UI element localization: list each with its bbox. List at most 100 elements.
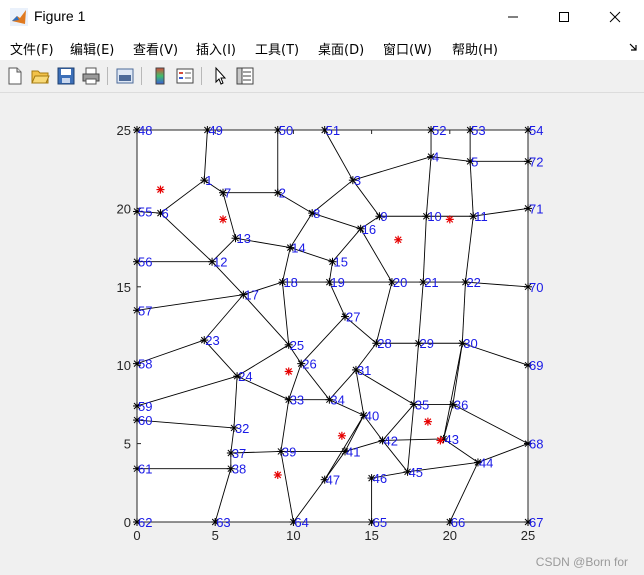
node-label: 8 [313,206,320,221]
node-label: 52 [432,123,446,138]
node-label: 69 [529,358,543,373]
toolbar-separator [141,67,142,85]
minimize-icon [508,16,518,18]
print-icon[interactable] [81,66,101,86]
maximize-button[interactable] [541,0,587,34]
pointer-icon[interactable] [210,66,230,86]
y-tick-label: 20 [117,201,131,216]
node-label: 21 [424,275,438,290]
node-label: 23 [205,333,219,348]
node-label: 29 [420,336,434,351]
toolbar-separator [107,67,108,85]
node-label: 17 [244,288,258,303]
menu-insert[interactable]: 插入(I) [196,39,236,58]
figure-window: Figure 1 文件(F) 编辑(E) 查看(V) 插入(I) 工具(T) 桌… [0,0,644,575]
node-label: 10 [427,209,441,224]
red-marker [284,367,293,376]
node-label: 14 [291,241,305,256]
minimize-button[interactable] [490,0,536,34]
node-label: 30 [463,336,477,351]
node-label: 28 [377,336,391,351]
node-label: 46 [373,471,387,486]
menu-view[interactable]: 查看(V) [133,39,178,58]
red-marker [394,235,403,244]
menu-tools[interactable]: 工具(T) [255,39,299,58]
node-label: 53 [471,123,485,138]
y-tick-label: 15 [117,280,131,295]
node-label: 31 [357,363,371,378]
node-label: 39 [282,444,296,459]
node-label: 59 [138,399,152,414]
colorbar-icon[interactable] [150,66,170,86]
node-label: 2 [279,186,286,201]
node-label: 57 [138,303,152,318]
save-icon[interactable] [56,66,76,86]
node-label: 12 [213,255,227,270]
node-label: 37 [232,446,246,461]
red-marker [423,417,432,426]
node-label: 63 [216,515,230,530]
legend-icon[interactable] [175,66,195,86]
menu-desktop[interactable]: 桌面(D) [318,39,364,58]
menu-edit[interactable]: 编辑(E) [70,39,114,58]
toolbar-separator [201,67,202,85]
red-marker [445,215,454,224]
node-label: 47 [326,473,340,488]
node-label: 34 [330,393,344,408]
node-label: 19 [330,275,344,290]
node-label: 62 [138,515,152,530]
node-label: 70 [529,280,543,295]
node-label: 67 [529,515,543,530]
close-button[interactable] [592,0,638,34]
node-label: 11 [474,209,488,224]
figure-canvas[interactable]: 0 5 10 15 20 25 0 5 10 15 20 25 1 2 3 4 5 6 7 8 9 10 11 12 13 14 1… [0,93,644,575]
y-tick-label: 5 [124,437,131,452]
node-label: 1 [205,173,212,188]
title-bar: Figure 1 [0,0,644,34]
close-icon [609,11,621,23]
node-label: 35 [415,397,429,412]
node-label: 50 [279,123,293,138]
node-label: 60 [138,413,152,428]
x-tick-label: 0 [133,528,140,543]
red-marker [273,470,282,479]
open-icon[interactable] [30,66,50,86]
node-label: 55 [138,205,152,220]
y-tick-label: 10 [117,358,131,373]
x-tick-label: 15 [364,528,378,543]
red-marker [436,436,445,445]
node-label: 26 [302,357,316,372]
x-tick-label: 5 [212,528,219,543]
property-editor-icon[interactable] [235,66,255,86]
node-label: 54 [529,123,543,138]
red-marker [337,431,346,440]
menu-file[interactable]: 文件(F) [10,39,54,58]
node-label: 72 [529,154,543,169]
node-label: 66 [451,515,465,530]
new-figure-icon[interactable] [5,66,25,86]
x-tick-label: 25 [521,528,535,543]
window-title: Figure 1 [34,8,86,24]
node-label: 48 [138,123,152,138]
menu-help[interactable]: 帮助(H) [452,39,498,58]
node-label: 9 [380,209,387,224]
node-label: 51 [326,123,340,138]
node-label: 32 [235,421,249,436]
node-label: 56 [138,255,152,270]
maximize-icon [559,12,569,22]
link-plot-icon[interactable] [115,66,135,86]
matlab-logo-icon [10,8,28,26]
dock-arrow-icon[interactable] [628,41,638,51]
toolbar [0,60,644,93]
x-tick-label: 10 [286,528,300,543]
red-marker [156,185,165,194]
node-label: 38 [232,462,246,477]
node-label: 20 [393,275,407,290]
node-label: 61 [138,462,152,477]
node-label: 6 [161,206,168,221]
node-label: 65 [373,515,387,530]
menu-window[interactable]: 窗口(W) [383,39,432,58]
y-tick-label: 25 [117,123,131,138]
plot-svg[interactable]: 0 5 10 15 20 2505101520251234 5678 9 10 111213141… [0,93,644,575]
node-label: 42 [384,433,398,448]
